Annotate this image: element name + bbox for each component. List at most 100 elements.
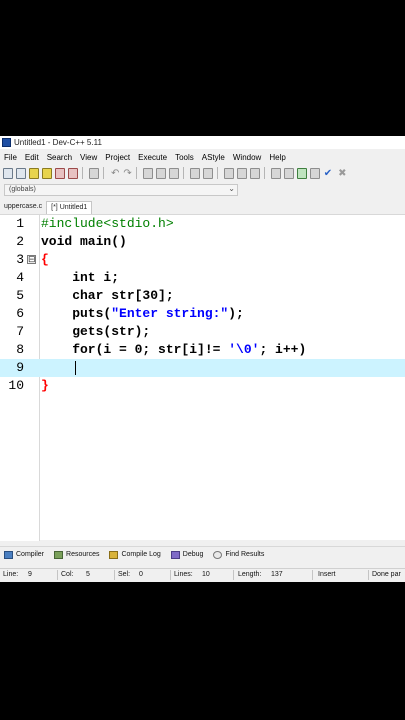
tab-find-results[interactable]: Find Results bbox=[213, 550, 265, 559]
code-text-content: void main() bbox=[41, 234, 127, 249]
stop-execution-icon[interactable]: ✖ bbox=[338, 168, 346, 179]
menu-astyle[interactable]: AStyle bbox=[198, 153, 229, 162]
code-text: for(i = 0; str[i]!= '\0'; i++) bbox=[41, 341, 306, 359]
menu-help[interactable]: Help bbox=[265, 153, 289, 162]
code-text bbox=[41, 359, 72, 377]
status-lines-label: Lines: bbox=[174, 571, 193, 578]
menu-project[interactable]: Project bbox=[101, 153, 134, 162]
tab-find-results-label: Find Results bbox=[225, 551, 265, 558]
code-line[interactable]: 4 int i; bbox=[0, 269, 405, 287]
code-text-content: int i; bbox=[41, 270, 120, 285]
code-text-content: gets(str); bbox=[41, 324, 151, 339]
code-editor[interactable]: 1 #include<stdio.h> 2 void main() 3 ⊟ {4 int i… bbox=[0, 214, 405, 541]
code-text-content: for(i = 0; str[i]!= '\0'; i++) bbox=[41, 342, 306, 357]
go-forward-icon[interactable] bbox=[236, 167, 247, 179]
close-file-icon[interactable] bbox=[55, 167, 65, 179]
window-title: Untitled1 - Dev-C++ 5.11 bbox=[14, 138, 102, 147]
tab-compile-log[interactable]: Compile Log bbox=[109, 550, 161, 559]
save-all-icon[interactable] bbox=[42, 167, 52, 179]
status-col-label: Col: bbox=[61, 571, 74, 578]
line-number: 8 bbox=[16, 342, 24, 357]
line-number: 3 bbox=[16, 252, 24, 267]
status-message: Done par bbox=[372, 571, 401, 578]
status-line-value: 9 bbox=[28, 571, 32, 578]
code-line[interactable]: 10} bbox=[0, 377, 405, 395]
go-back-icon[interactable] bbox=[223, 167, 234, 179]
tab-resources-label: Resources bbox=[66, 551, 100, 558]
toolbar-divider bbox=[82, 167, 83, 179]
string-literal: "Enter string:" bbox=[111, 306, 229, 321]
save-icon[interactable] bbox=[29, 167, 39, 179]
tab-untitled1[interactable]: [*] Untitled1 bbox=[46, 201, 93, 214]
line-number: 5 bbox=[16, 288, 24, 303]
open-file-icon[interactable] bbox=[16, 167, 26, 179]
menu-tools[interactable]: Tools bbox=[171, 153, 198, 162]
code-text-content: } bbox=[41, 378, 49, 393]
bottom-panel-tabs: Compiler Resources Compile Log Debug Fin… bbox=[0, 546, 405, 562]
title-bar: Untitled1 - Dev-C++ 5.11 bbox=[0, 136, 405, 149]
code-token: for(i = 0; str[i]!= bbox=[41, 342, 229, 357]
code-text: int i; bbox=[41, 269, 119, 287]
code-text-content bbox=[41, 360, 72, 375]
menu-search[interactable]: Search bbox=[43, 153, 76, 162]
bookmark-icon[interactable] bbox=[249, 167, 260, 179]
find-results-icon bbox=[213, 550, 223, 559]
toolbar-divider bbox=[182, 167, 184, 179]
tab-resources[interactable]: Resources bbox=[54, 550, 100, 559]
tab-compiler[interactable]: Compiler bbox=[4, 550, 44, 559]
code-line[interactable]: 6 puts("Enter string:"); bbox=[0, 305, 405, 323]
status-length-value: 137 bbox=[271, 571, 283, 578]
undo-icon[interactable]: ↶ bbox=[111, 168, 119, 179]
new-file-icon[interactable] bbox=[3, 167, 13, 179]
toolbar-divider bbox=[103, 167, 104, 179]
scope-dropdown[interactable]: (globals) ⌄ bbox=[4, 184, 238, 196]
line-number: 7 bbox=[16, 324, 24, 339]
menu-file[interactable]: File bbox=[0, 153, 21, 162]
status-sel-value: 0 bbox=[139, 571, 143, 578]
code-token: puts( bbox=[41, 306, 112, 321]
run-icon[interactable] bbox=[283, 167, 294, 179]
code-text: gets(str); bbox=[41, 323, 150, 341]
code-line[interactable]: 5 char str[30]; bbox=[0, 287, 405, 305]
find-next-icon[interactable] bbox=[168, 167, 179, 179]
code-text-content: #include<stdio.h> bbox=[41, 216, 174, 231]
menu-view[interactable]: View bbox=[76, 153, 101, 162]
status-divider bbox=[57, 570, 58, 580]
print-icon[interactable] bbox=[89, 167, 99, 179]
fold-toggle-icon[interactable]: ⊟ bbox=[27, 255, 36, 264]
code-line[interactable]: 1 #include<stdio.h> bbox=[0, 215, 405, 233]
status-mode: Insert bbox=[318, 571, 336, 578]
line-number: 2 bbox=[16, 234, 24, 249]
debug-icon bbox=[170, 550, 180, 559]
code-text-content: char str[30]; bbox=[41, 288, 174, 303]
code-line[interactable]: 7 gets(str); bbox=[0, 323, 405, 341]
status-divider bbox=[368, 570, 369, 580]
code-text: char str[30]; bbox=[41, 287, 174, 305]
line-number: 9 bbox=[16, 360, 24, 375]
toolbar-divider bbox=[135, 167, 137, 179]
rebuild-icon[interactable] bbox=[309, 167, 320, 179]
menu-execute[interactable]: Execute bbox=[134, 153, 171, 162]
status-bar: Line: 9 Col: 5 Sel: 0 Lines: 10 Length: … bbox=[0, 568, 405, 581]
compile-run-icon[interactable] bbox=[296, 167, 307, 179]
unindent-icon[interactable] bbox=[202, 167, 213, 179]
close-all-icon[interactable] bbox=[68, 167, 78, 179]
code-text: void main() bbox=[41, 233, 127, 251]
dev-cpp-app-icon bbox=[2, 138, 11, 147]
replace-icon[interactable] bbox=[155, 167, 166, 179]
compile-icon[interactable] bbox=[270, 167, 281, 179]
syntax-check-icon[interactable]: ✔ bbox=[324, 168, 332, 179]
tab-debug[interactable]: Debug bbox=[170, 550, 203, 559]
menu-window[interactable]: Window bbox=[229, 153, 265, 162]
redo-icon[interactable]: ↷ bbox=[123, 168, 131, 179]
indent-icon[interactable] bbox=[189, 167, 200, 179]
find-icon[interactable] bbox=[142, 167, 153, 179]
code-line[interactable]: 2 void main() bbox=[0, 233, 405, 251]
tab-compile-log-label: Compile Log bbox=[121, 551, 161, 558]
code-line[interactable]: 3 ⊟ { bbox=[0, 251, 405, 269]
tab-uppercase-c[interactable]: uppercase.c bbox=[0, 201, 46, 214]
code-line[interactable]: 8 for(i = 0; str[i]!= '\0'; i++) bbox=[0, 341, 405, 359]
menu-edit[interactable]: Edit bbox=[21, 153, 43, 162]
code-line-current[interactable]: 9 bbox=[0, 359, 405, 377]
line-number: 1 bbox=[16, 216, 24, 231]
